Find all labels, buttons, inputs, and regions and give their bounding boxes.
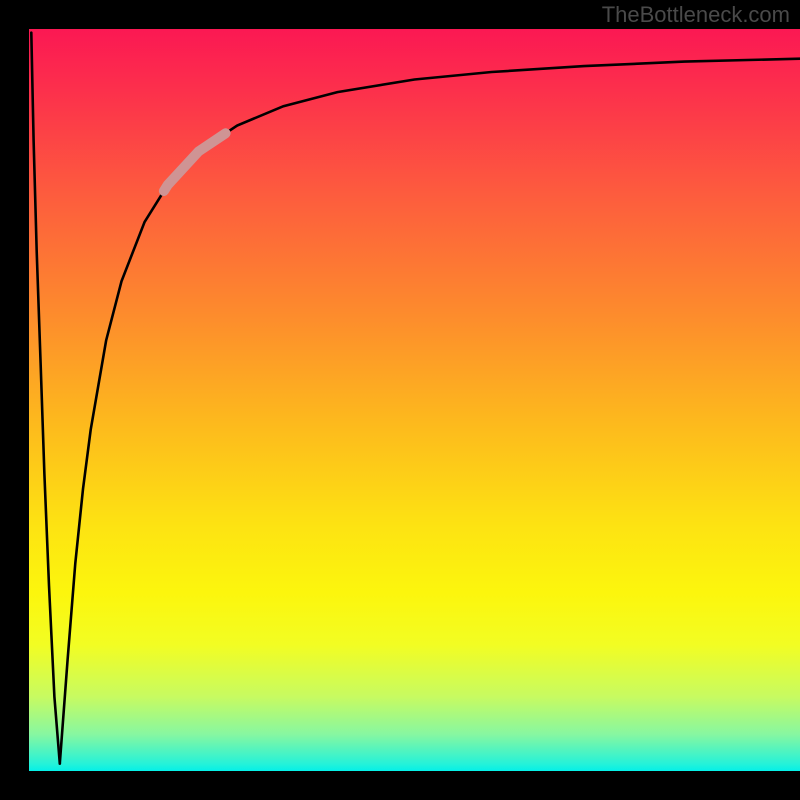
attribution-text: TheBottleneck.com (602, 2, 790, 28)
curve-highlight-segment (164, 133, 226, 191)
chart-curve-layer (29, 29, 800, 771)
curve-rising (60, 59, 800, 764)
curve-falling (31, 33, 60, 764)
